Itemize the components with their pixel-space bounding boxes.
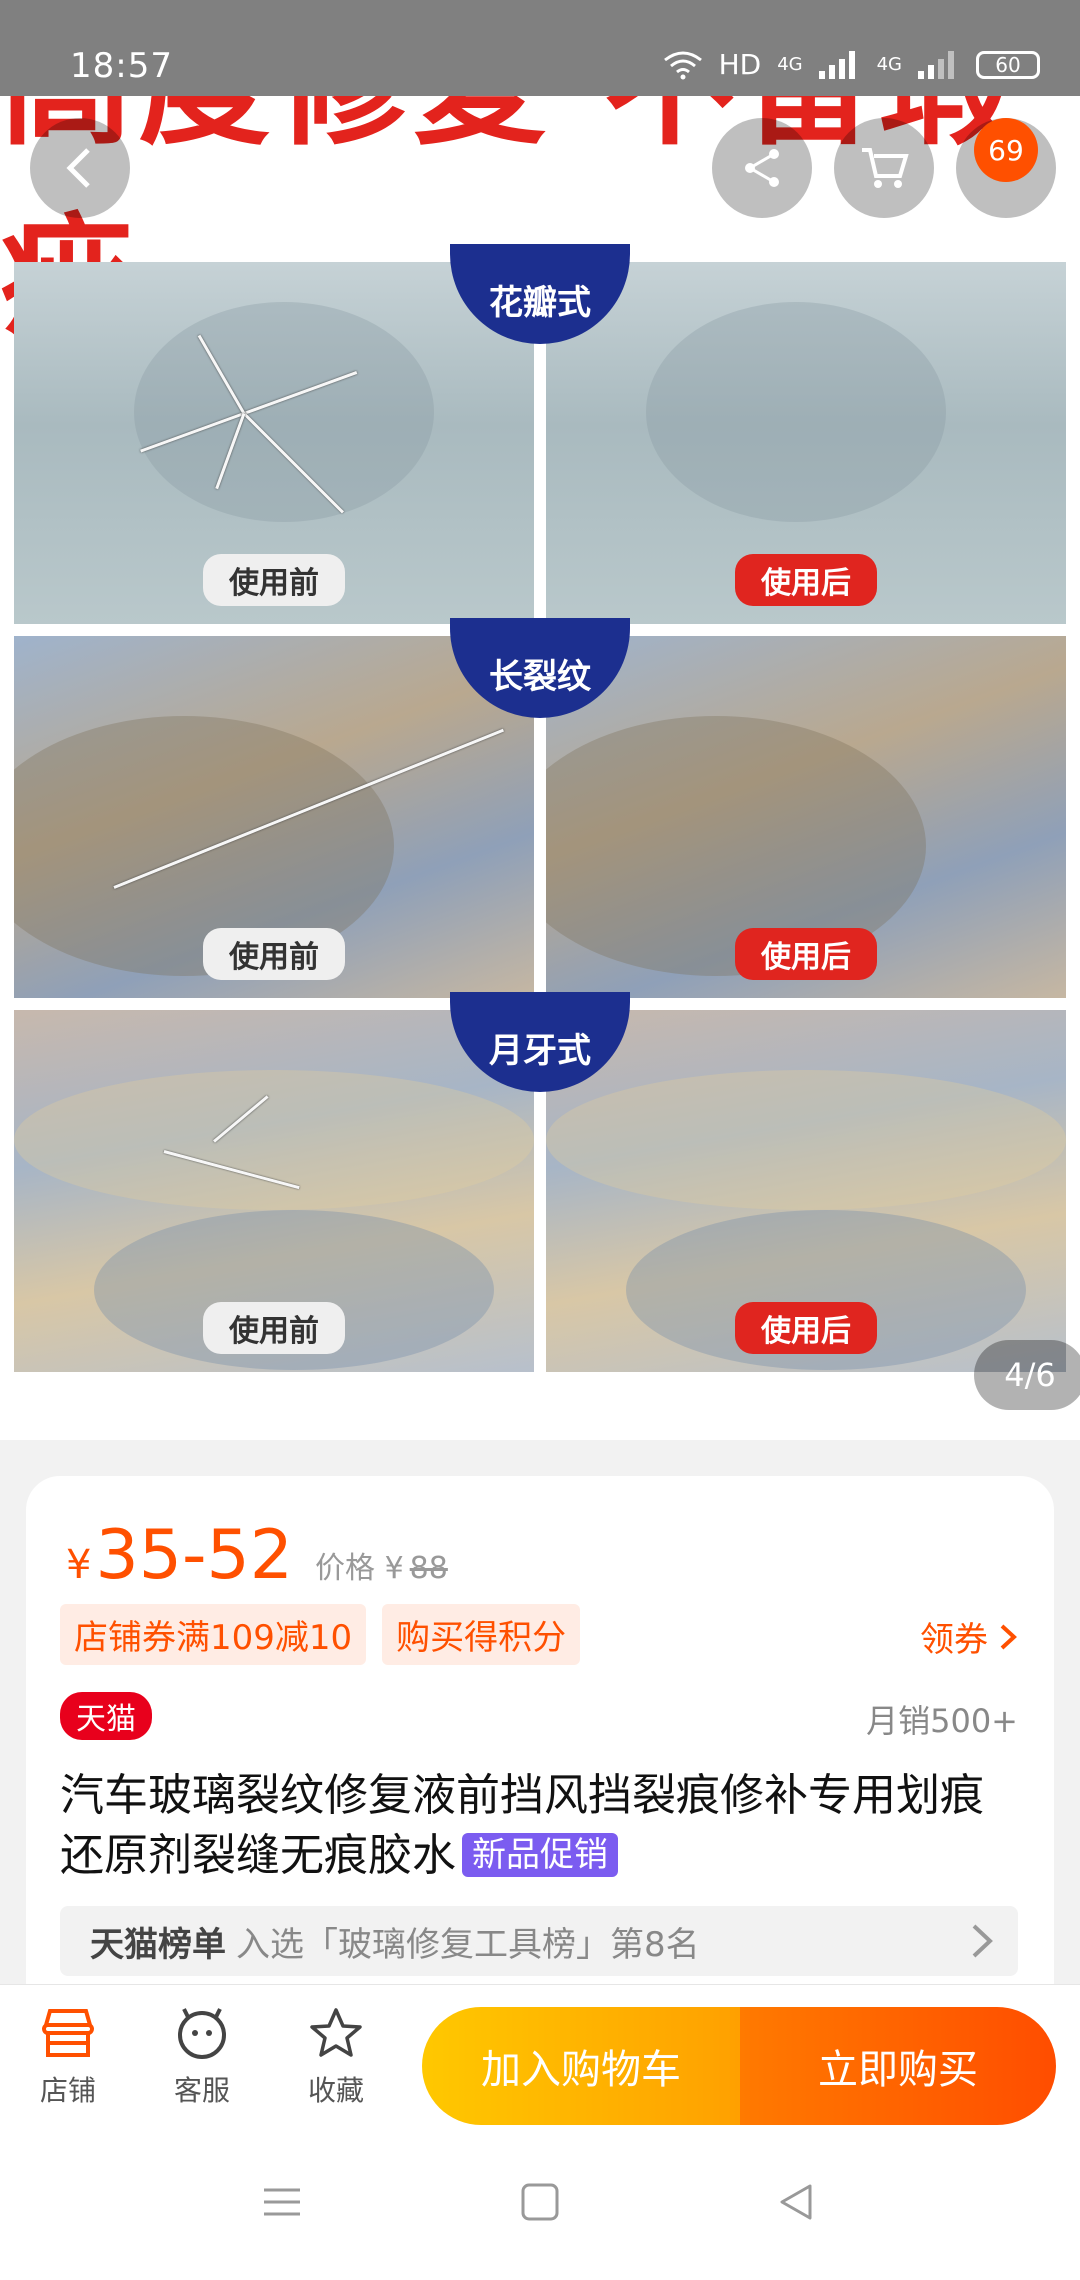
product-info-card: ¥ 35-52 价格 ¥ 88 店铺券满109减10 购买得积分 领券 天猫 月… (26, 1476, 1054, 2016)
store-icon (42, 2009, 94, 2057)
add-to-cart-button[interactable]: 加入购物车 (422, 2007, 740, 2125)
battery-icon: 60 (976, 50, 1040, 79)
before-image: 使用前 (14, 262, 534, 624)
customer-service-button[interactable]: 客服 (152, 2007, 252, 2109)
buy-now-button[interactable]: 立即购买 (740, 2007, 1056, 2125)
before-image: 使用前 (14, 1010, 534, 1372)
shop-button[interactable]: 店铺 (18, 2007, 118, 2109)
blur-shape (546, 1070, 1066, 1210)
cart-count-badge: 69 (974, 118, 1038, 182)
signal-icon (818, 50, 861, 79)
comparison-row: 月牙式 使用前 使用后 (14, 992, 1066, 1372)
home-icon[interactable] (520, 2182, 560, 2222)
comparison-row: 花瓣式 使用前 使用后 (14, 244, 1066, 624)
monthly-sales: 月销500+ (866, 1702, 1018, 1740)
get-coupon-button[interactable]: 领券 (920, 1612, 1018, 1661)
status-icons: HD 4G 4G 60 (663, 48, 1040, 81)
tmall-badge: 天猫 (60, 1692, 152, 1740)
after-image: 使用后 (546, 262, 1066, 624)
shop-label: 店铺 (39, 2074, 96, 2107)
share-button[interactable] (712, 118, 812, 218)
promo-tag: 新品促销 (462, 1833, 618, 1877)
after-tag: 使用后 (735, 554, 877, 606)
signal-icon-2 (918, 50, 960, 79)
product-title: 汽车玻璃裂纹修复液前挡风挡裂痕修补专用划痕还原剂裂缝无痕胶水 新品促销 (60, 1766, 1020, 1886)
hd-label: HD (718, 48, 762, 81)
chevron-left-icon (66, 148, 90, 188)
image-page-indicator: 4/6 (974, 1340, 1080, 1410)
before-image: 使用前 (14, 636, 534, 998)
coupon-tag[interactable]: 店铺券满109减10 (60, 1604, 367, 1665)
share-icon (745, 149, 779, 187)
ranking-text: 入选「玻璃修复工具榜」第8名 (236, 1924, 700, 1965)
network-4g-label-1: 4G (777, 54, 803, 75)
original-price: 88 (409, 1551, 448, 1586)
price-range: 35-52 (95, 1516, 294, 1595)
star-icon (310, 2008, 362, 2057)
after-image: 使用后 (546, 1010, 1066, 1372)
menu-icon[interactable] (262, 2182, 302, 2222)
blur-shape (14, 1070, 534, 1210)
after-tag: 使用后 (735, 928, 877, 980)
coupon-list: 店铺券满109减10 购买得积分 (60, 1604, 581, 1665)
bottom-action-bar: 店铺 客服 收藏 加入购物车 立即购买 (0, 1984, 1080, 2140)
wifi-icon (663, 51, 702, 79)
currency-symbol: ¥ (66, 1542, 92, 1588)
before-tag: 使用前 (203, 1302, 345, 1354)
product-image-carousel[interactable]: 高度修复 不留瑕疵 花瓣式 使用前 使用后 (0, 96, 1080, 1440)
after-tag: 使用后 (735, 1302, 877, 1354)
cart-icon (862, 148, 909, 188)
after-image: 使用后 (546, 636, 1066, 998)
cart-button[interactable] (834, 118, 934, 218)
network-4g-label-2: 4G (876, 54, 902, 75)
blur-shape (646, 302, 946, 522)
app-root: 18:57 HD 4G 4G 60 高度修复 不留瑕疵 (0, 0, 1080, 2280)
status-bar: 18:57 HD 4G 4G 60 (0, 0, 1080, 96)
chevron-right-icon (972, 1924, 993, 1958)
before-after-grid: 花瓣式 使用前 使用后 长裂纹 使用前 使用后 月牙式 使用前 使用后 (14, 244, 1066, 1384)
blur-shape (134, 302, 434, 522)
favorite-button[interactable]: 收藏 (286, 2007, 386, 2109)
get-coupon-label: 领券 (920, 1620, 988, 1660)
status-time: 18:57 (70, 46, 173, 86)
back-button[interactable] (30, 118, 130, 218)
favorite-label: 收藏 (307, 2074, 364, 2107)
ranking-bar[interactable]: 天猫榜单 入选「玻璃修复工具榜」第8名 (60, 1906, 1018, 1976)
chevron-right-icon (1000, 1624, 1017, 1649)
system-navigation-bar (0, 2140, 1080, 2280)
customer-service-icon (178, 2008, 226, 2059)
service-label: 客服 (173, 2074, 230, 2107)
before-tag: 使用前 (203, 554, 345, 606)
comparison-row: 长裂纹 使用前 使用后 (14, 618, 1066, 998)
original-price-label: 价格 ¥ (315, 1551, 404, 1586)
ranking-title: 天猫榜单 (90, 1924, 226, 1965)
back-triangle-icon[interactable] (776, 2182, 816, 2222)
price-row: ¥ 35-52 价格 ¥ 88 (66, 1516, 448, 1595)
coupon-tag[interactable]: 购买得积分 (382, 1604, 581, 1665)
before-tag: 使用前 (203, 928, 345, 980)
battery-level: 60 (995, 52, 1021, 77)
